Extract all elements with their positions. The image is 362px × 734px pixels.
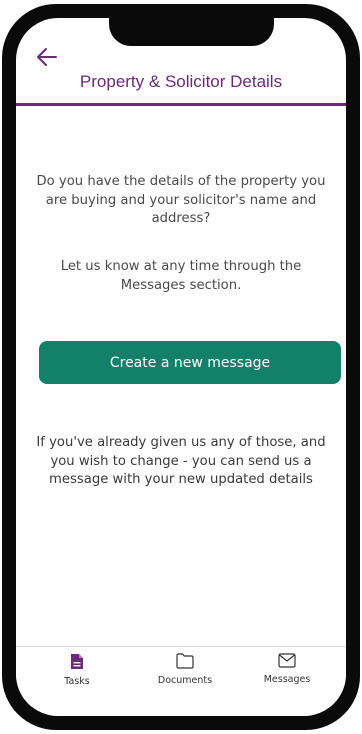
- page-title: Property & Solicitor Details: [79, 72, 283, 91]
- bottom-tab-bar: Tasks Documents Messages: [16, 646, 346, 707]
- update-details-note: If you've already given us any of those,…: [36, 435, 326, 487]
- document-icon: [71, 654, 83, 669]
- header-divider: [16, 103, 346, 106]
- create-new-message-label: Create a new message: [109, 354, 271, 371]
- hint-text: Let us know at any time through the Mess…: [60, 259, 302, 293]
- question-text: Do you have the details of the property …: [36, 174, 326, 226]
- back-arrow-icon[interactable]: [36, 46, 58, 68]
- envelope-icon: [278, 653, 296, 668]
- tab-messages-label: Messages: [263, 674, 311, 685]
- tab-tasks-label: Tasks: [64, 676, 90, 687]
- phone-frame: Property & Solicitor Details Do you have…: [2, 4, 360, 730]
- folder-icon: [176, 653, 194, 669]
- app-screen: Property & Solicitor Details Do you have…: [16, 18, 346, 716]
- tab-messages[interactable]: Messages: [232, 653, 342, 685]
- phone-notch: [109, 18, 274, 46]
- create-new-message-button[interactable]: Create a new message: [39, 341, 341, 384]
- tab-documents-label: Documents: [157, 675, 213, 686]
- tab-documents[interactable]: Documents: [130, 653, 240, 686]
- tab-tasks[interactable]: Tasks: [22, 653, 132, 687]
